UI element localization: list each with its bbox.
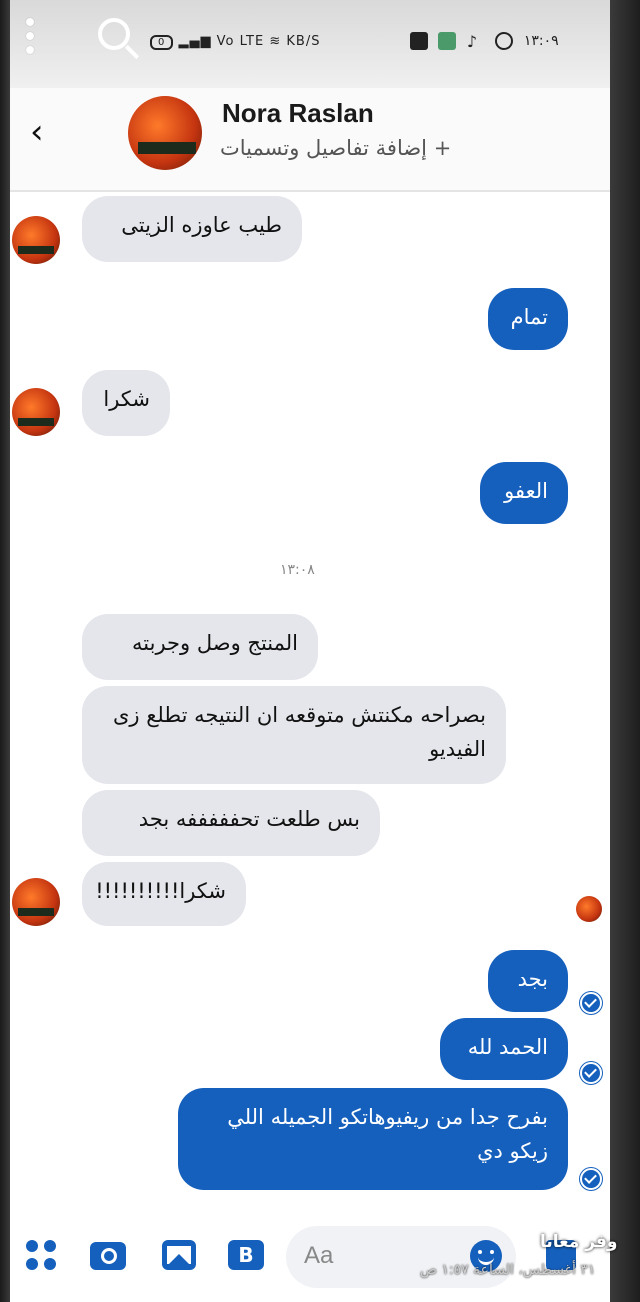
delivered-check-icon (580, 992, 602, 1014)
timestamp-divider: ١٣:٠٨ (280, 562, 315, 578)
contact-avatar-small (12, 388, 60, 436)
message-input[interactable]: Aa (286, 1226, 516, 1288)
tiktok-icon: ♪ (466, 32, 478, 51)
chat-header: ‹ Nora Raslan + إضافة تفاصيل وتسميات (10, 88, 610, 192)
outgoing-message[interactable]: بفرح جدا من ريفيوهاتكو الجميله اللي زيكو… (178, 1088, 568, 1190)
screen-edge-right (610, 0, 640, 1302)
camera-icon[interactable] (90, 1242, 126, 1270)
app-icon (410, 32, 428, 50)
add-details-link[interactable]: + إضافة تفاصيل وتسميات (220, 136, 480, 160)
incoming-message[interactable]: المنتج وصل وجربته (82, 614, 318, 680)
back-arrow-icon[interactable]: ‹ (30, 112, 44, 152)
seen-avatar (576, 896, 602, 922)
messenger-screen: 0 ▂▄▆ Vo LTE ≋ KB/S ♪ ١٣:٠٩ ‹ Nora Rasla… (10, 0, 610, 1302)
search-icon[interactable] (98, 18, 130, 50)
notification-icons: ♪ ١٣:٠٩ (410, 32, 559, 51)
outgoing-message[interactable]: تمام (488, 288, 568, 350)
contact-avatar-small (12, 878, 60, 926)
incoming-message[interactable]: بس طلعت تحفففففه بجد (82, 790, 380, 856)
signal-indicators: 0 ▂▄▆ Vo LTE ≋ KB/S (150, 34, 320, 50)
outgoing-message[interactable]: الحمد لله (440, 1018, 568, 1080)
voice-clip-icon[interactable]: B (228, 1240, 264, 1270)
incoming-message[interactable]: شكرا (82, 370, 170, 436)
gallery-icon (438, 32, 457, 50)
incoming-message[interactable]: بصراحه مكنتش متوقعه ان النتيجه تطلع زى ا… (82, 686, 506, 784)
outgoing-message[interactable]: العفو (480, 462, 568, 524)
watermark-brand: وفر معانا (540, 1232, 618, 1252)
status-bar: 0 ▂▄▆ Vo LTE ≋ KB/S ♪ ١٣:٠٩ (10, 0, 610, 88)
incoming-message[interactable]: شكرا!!!!!!!!!! (82, 862, 246, 926)
clock: ١٣:٠٩ (523, 33, 559, 49)
delivered-check-icon (580, 1062, 602, 1084)
more-options-icon[interactable] (26, 18, 34, 60)
message-placeholder: Aa (304, 1242, 334, 1269)
menu-grid-icon[interactable] (26, 1240, 58, 1272)
screen-edge-left (0, 0, 10, 1302)
watermark-date: ٣١ أغسطس، الساعة ١:٥٧ ص (420, 1262, 596, 1278)
contact-avatar[interactable] (128, 96, 202, 170)
gallery-icon[interactable] (162, 1240, 196, 1270)
delivered-check-icon (580, 1168, 602, 1190)
outgoing-message[interactable]: بجد (488, 950, 568, 1012)
incoming-message[interactable]: طيب عاوزه الزيتى (82, 196, 302, 262)
contact-name[interactable]: Nora Raslan (222, 98, 374, 129)
message-composer: B Aa (10, 1216, 610, 1302)
sync-icon (495, 32, 514, 50)
contact-avatar-small (12, 216, 60, 264)
